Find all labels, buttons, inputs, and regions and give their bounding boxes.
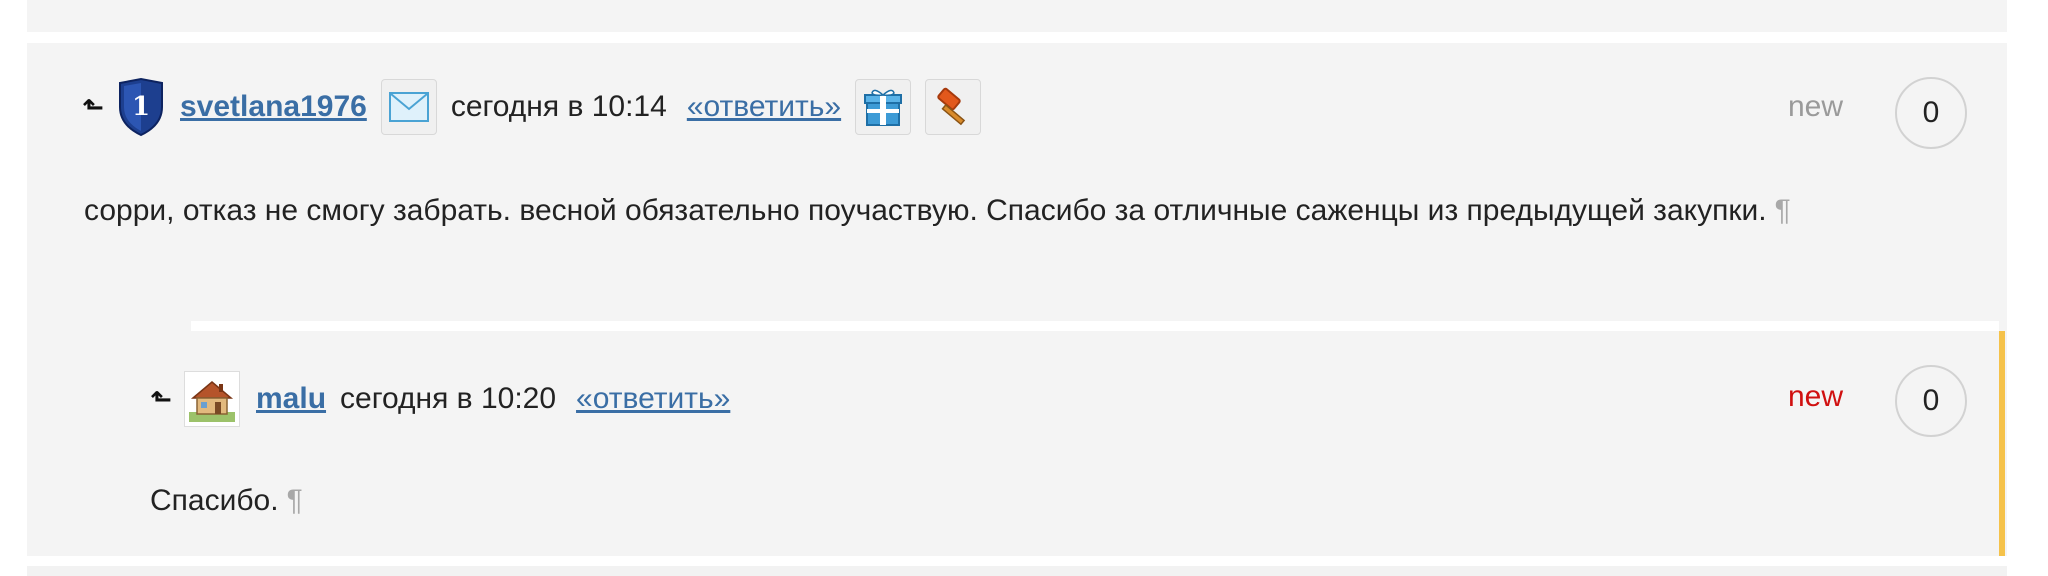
mail-icon[interactable] (380, 79, 437, 135)
parent-link-arrow-icon[interactable]: ⬑ (82, 92, 116, 123)
comment-rating-counter[interactable]: 0 (1895, 365, 1967, 437)
gift-icon[interactable] (855, 79, 912, 135)
parent-link-arrow-icon[interactable]: ⬑ (150, 384, 184, 415)
new-status-label: new (1788, 90, 1844, 123)
comment-author-link[interactable]: svetlana1976 (180, 90, 367, 124)
reply-link[interactable]: «ответить» (687, 90, 841, 124)
unread-accent-bar (1999, 331, 2005, 556)
comment-timestamp: сегодня в 10:14 (450, 90, 667, 123)
new-status-label: new (1788, 380, 1844, 413)
rank-shield-icon: 1 (119, 77, 163, 137)
reply-link[interactable]: «ответить» (576, 382, 730, 416)
comment-header: ⬑ 1 svetlana1976 сегодня в 10:14 «ответи… (82, 75, 995, 139)
comment-text: Спасибо. (150, 484, 279, 517)
comment-body: Спасибо. ¶ (150, 484, 303, 518)
comment-header: ⬑ malu сегодня в 10:20 «ответить» (150, 367, 744, 431)
hammer-icon[interactable] (925, 79, 982, 135)
reply-divider (191, 321, 1999, 331)
permalink-pilcrow[interactable]: ¶ (287, 484, 303, 517)
svg-text:1: 1 (132, 92, 150, 122)
previous-comment-band (27, 0, 2007, 32)
comment-rating-counter[interactable]: 0 (1895, 77, 1967, 149)
permalink-pilcrow[interactable]: ¶ (1775, 194, 1791, 227)
next-comment-band (27, 566, 2007, 576)
comment-body: сорри, отказ не смогу забрать. весной об… (84, 194, 1791, 228)
comment-author-link[interactable]: malu (256, 382, 326, 416)
comment-text: сорри, отказ не смогу забрать. весной об… (84, 194, 1767, 227)
house-avatar-icon[interactable] (184, 371, 240, 427)
comment-timestamp: сегодня в 10:20 (340, 382, 557, 415)
